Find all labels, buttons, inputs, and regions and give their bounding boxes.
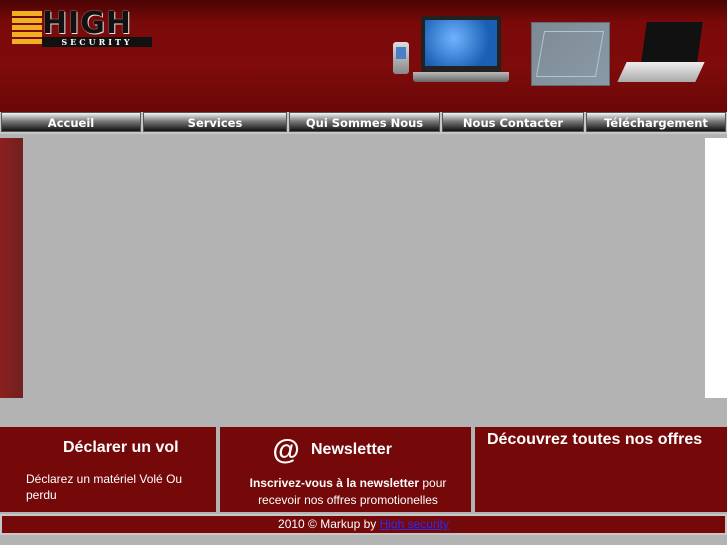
main-content [0, 138, 727, 398]
declare-theft-box[interactable]: Déclarer un vol Déclarez un matériel Vol… [0, 427, 216, 512]
laptop-blueprint-image [531, 22, 610, 86]
declare-theft-text: Déclarez un matériel Volé Ou perdu [26, 472, 183, 502]
logo-mark-icon [12, 11, 42, 47]
laptop-world-map-image [413, 16, 509, 84]
logo-word: HIGH [42, 6, 133, 41]
footer-bar: 2010 © Markup by High security [2, 516, 725, 533]
right-decor-strip [705, 138, 727, 398]
footer-copyright: 2010 © Markup by [278, 517, 380, 531]
nav-item-accueil[interactable]: Accueil [1, 112, 141, 132]
footer-link[interactable]: High security [380, 517, 449, 531]
site-logo[interactable]: HIGH SECURITY [12, 6, 154, 47]
nav-item-qui-sommes-nous[interactable]: Qui Sommes Nous [289, 112, 440, 132]
newsletter-box[interactable]: @ Newsletter Inscrivez-vous à la newslet… [220, 427, 471, 512]
footer: 2010 © Markup by High security [0, 514, 727, 535]
nav-item-telechargement[interactable]: Téléchargement [586, 112, 726, 132]
phone-image [393, 42, 409, 74]
header: HIGH SECURITY [0, 0, 727, 112]
laptop-lock-image [617, 22, 705, 84]
nav-item-services[interactable]: Services [143, 112, 287, 132]
nav-item-nous-contacter[interactable]: Nous Contacter [442, 112, 584, 132]
newsletter-title: Newsletter [311, 441, 392, 458]
declare-theft-title: Déclarer un vol [63, 439, 179, 456]
newsletter-text: Inscrivez-vous à la newsletter pour rece… [238, 475, 458, 509]
logo-subtitle: SECURITY [42, 37, 152, 47]
left-decor-strip [0, 138, 23, 398]
at-sign-icon: @ [272, 434, 300, 465]
offers-title: Découvrez toutes nos offres [487, 431, 703, 448]
offers-box[interactable]: Découvrez toutes nos offres [475, 427, 727, 512]
main-nav: Accueil Services Qui Sommes Nous Nous Co… [0, 112, 727, 134]
newsletter-text-bold: Inscrivez-vous à la newsletter [249, 476, 420, 490]
